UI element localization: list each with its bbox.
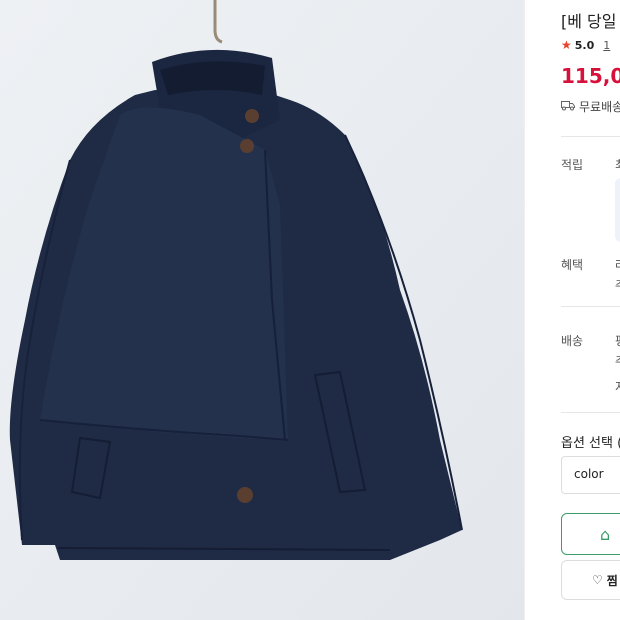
shipping-text: 무료배송: [579, 100, 620, 114]
review-count-link[interactable]: 1: [603, 39, 610, 52]
divider-line: [561, 306, 620, 307]
divider-line: [561, 136, 620, 137]
divider-line: [561, 412, 620, 413]
color-select[interactable]: color: [561, 456, 620, 494]
product-price: 115,0: [561, 64, 620, 88]
cart-button[interactable]: ⌂: [561, 513, 620, 555]
delivery-value-3: 지: [615, 378, 620, 395]
heart-icon: ♡: [592, 573, 603, 587]
shopping-bag-icon: ⌂: [600, 525, 611, 544]
rating-score: 5.0: [574, 38, 595, 52]
star-icon: ★: [561, 38, 572, 52]
benefit-label: 혜택: [561, 258, 584, 272]
benefit-value: 라: [615, 256, 620, 273]
truck-icon: [561, 99, 575, 114]
product-image[interactable]: [0, 0, 524, 620]
points-value: 최: [615, 156, 620, 173]
delivery-value-2: 추: [615, 352, 620, 369]
wish-button[interactable]: ♡ 찜: [561, 560, 620, 600]
points-info-box: [615, 178, 620, 242]
delivery-label: 배송: [561, 334, 584, 348]
delivery-value: 평: [615, 332, 620, 349]
rating-row: ★ 5.0 1: [561, 38, 610, 52]
points-label: 적립: [561, 158, 584, 172]
shipping-row: 무료배송: [561, 98, 620, 115]
benefit-value-2: 추: [615, 276, 620, 293]
wish-label: 찜: [606, 573, 618, 588]
option-select-title: 옵션 선택 (: [561, 436, 620, 451]
jacket-photo: [0, 0, 524, 620]
product-info-panel: [베 당일 ★ 5.0 1 115,0 무료배송 적립 최 혜택 라 추 배송 …: [525, 0, 620, 620]
product-title: [베 당일: [561, 12, 617, 31]
